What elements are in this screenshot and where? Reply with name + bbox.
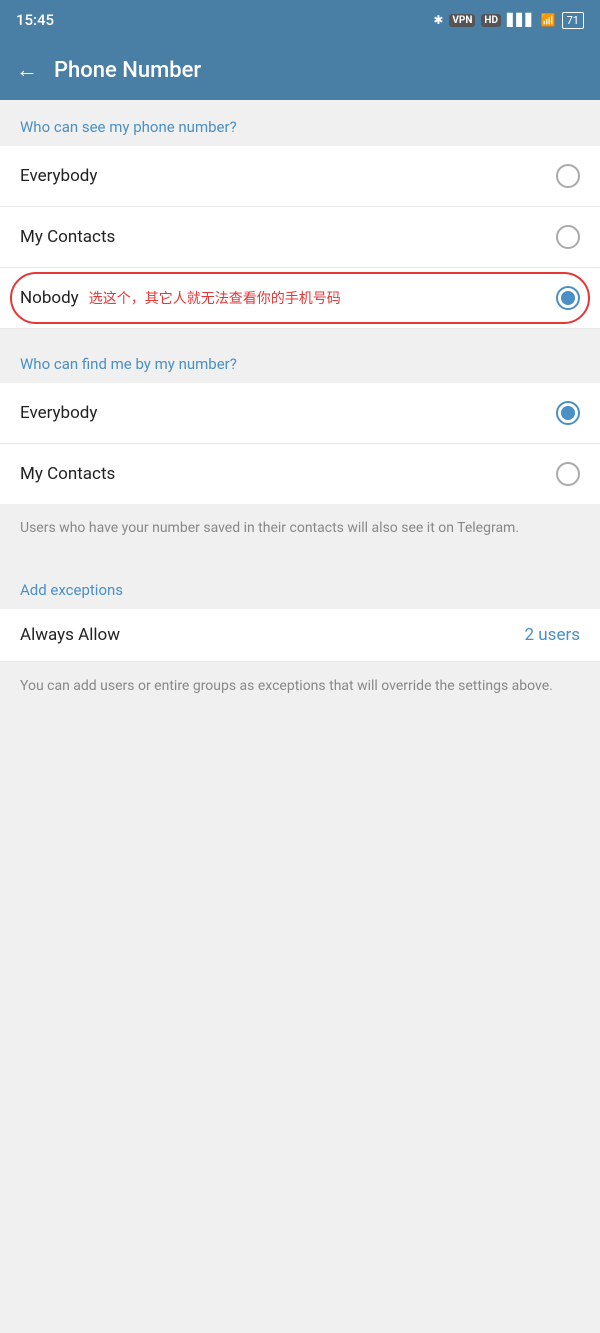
option-mycontacts2-label: My Contacts: [20, 464, 115, 484]
back-button[interactable]: ←: [16, 57, 38, 83]
status-time: 15:45: [16, 11, 54, 29]
section3-info: You can add users or entire groups as ex…: [0, 662, 600, 713]
section3-options: Always Allow 2 users: [0, 609, 600, 662]
hd-badge: HD: [481, 14, 501, 27]
wifi-icon: 📶: [541, 13, 556, 27]
vpn-badge: VPN: [449, 14, 475, 27]
always-allow-row[interactable]: Always Allow 2 users: [0, 609, 600, 662]
section1-label: Who can see my phone number?: [0, 100, 600, 146]
signal-icon: ▋▋▋: [507, 13, 535, 27]
option-everybody2-label: Everybody: [20, 403, 97, 423]
section1-options: Everybody My Contacts Nobody 选这个，其它人就无法查…: [0, 146, 600, 329]
option-mycontacts1[interactable]: My Contacts: [0, 207, 600, 268]
section2-label: Who can find me by my number?: [0, 337, 600, 383]
status-bar: 15:45 ✱ VPN HD ▋▋▋ 📶 71: [0, 0, 600, 40]
nobody-annotation: 选这个，其它人就无法查看你的手机号码: [89, 288, 341, 308]
section2-info: Users who have your number saved in thei…: [0, 504, 600, 555]
always-allow-label: Always Allow: [20, 625, 120, 645]
gap2: [0, 555, 600, 563]
radio-mycontacts1[interactable]: [556, 225, 580, 249]
always-allow-count: 2 users: [525, 625, 580, 645]
option-everybody2[interactable]: Everybody: [0, 383, 600, 444]
option-everybody1[interactable]: Everybody: [0, 146, 600, 207]
header: ← Phone Number: [0, 40, 600, 100]
radio-mycontacts2[interactable]: [556, 462, 580, 486]
section2-options: Everybody My Contacts: [0, 383, 600, 504]
option-mycontacts1-label: My Contacts: [20, 227, 115, 247]
option-nobody-label: Nobody: [20, 288, 79, 308]
option-mycontacts2[interactable]: My Contacts: [0, 444, 600, 504]
option-nobody[interactable]: Nobody 选这个，其它人就无法查看你的手机号码: [0, 268, 600, 329]
gap1: [0, 329, 600, 337]
radio-nobody[interactable]: [556, 286, 580, 310]
content: Who can see my phone number? Everybody M…: [0, 100, 600, 713]
radio-everybody1[interactable]: [556, 164, 580, 188]
page-title: Phone Number: [54, 58, 201, 83]
battery-icon: 71: [562, 12, 584, 29]
bluetooth-icon: ✱: [433, 13, 443, 27]
section3-label: Add exceptions: [0, 563, 600, 609]
status-icons: ✱ VPN HD ▋▋▋ 📶 71: [433, 12, 584, 29]
option-everybody1-label: Everybody: [20, 166, 97, 186]
radio-everybody2[interactable]: [556, 401, 580, 425]
